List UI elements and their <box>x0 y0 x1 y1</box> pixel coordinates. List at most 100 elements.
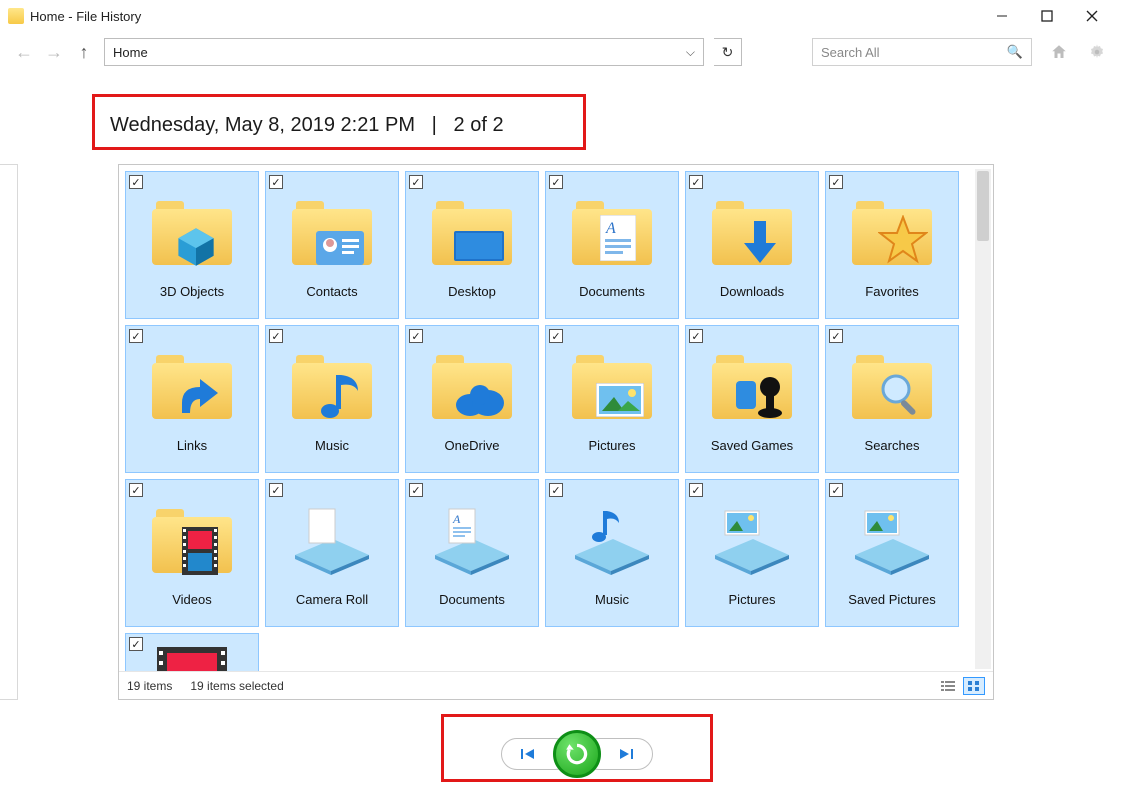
checkbox[interactable]: ✓ <box>549 483 563 497</box>
file-label: 3D Objects <box>160 284 224 299</box>
maximize-button[interactable] <box>1024 1 1069 31</box>
checkbox[interactable]: ✓ <box>129 175 143 189</box>
file-label: Videos <box>172 592 212 607</box>
toolbar: ← → ↑ Home ⌵ ↻ Search All 🔍 <box>0 32 1122 72</box>
file-label: Pictures <box>729 592 776 607</box>
chevron-down-icon[interactable]: ⌵ <box>686 45 695 60</box>
home-icon[interactable] <box>1048 41 1070 63</box>
file-item[interactable]: ✓ 3D Objects <box>125 171 259 319</box>
file-icon <box>567 342 657 432</box>
file-icon <box>707 188 797 278</box>
checkbox[interactable]: ✓ <box>269 329 283 343</box>
file-item[interactable]: ✓ Videos <box>125 479 259 627</box>
checkbox[interactable]: ✓ <box>829 175 843 189</box>
details-view-button[interactable] <box>937 677 959 695</box>
checkbox[interactable]: ✓ <box>409 329 423 343</box>
file-icon <box>287 496 377 586</box>
up-button[interactable]: ↑ <box>74 42 94 62</box>
titlebar: Home - File History <box>0 0 1122 32</box>
file-icon <box>847 188 937 278</box>
file-icon <box>707 342 797 432</box>
file-label: Music <box>315 438 349 453</box>
file-icon <box>147 644 237 671</box>
minimize-button[interactable] <box>979 1 1024 31</box>
file-item[interactable]: ✓ Desktop <box>405 171 539 319</box>
file-item[interactable]: ✓ Saved Games <box>685 325 819 473</box>
checkbox[interactable]: ✓ <box>829 329 843 343</box>
app-icon <box>8 8 24 24</box>
status-bar: 19 items 19 items selected <box>119 671 993 699</box>
file-item[interactable]: ✓ OneDrive <box>405 325 539 473</box>
checkbox[interactable]: ✓ <box>549 175 563 189</box>
checkbox[interactable]: ✓ <box>409 483 423 497</box>
file-icon: A <box>427 496 517 586</box>
file-label: Favorites <box>865 284 918 299</box>
checkbox[interactable]: ✓ <box>129 637 143 651</box>
checkbox[interactable]: ✓ <box>829 483 843 497</box>
file-item[interactable]: ✓ Contacts <box>265 171 399 319</box>
gear-icon[interactable] <box>1086 41 1108 63</box>
file-icon <box>147 342 237 432</box>
icons-view-button[interactable] <box>963 677 985 695</box>
address-text: Home <box>113 45 148 60</box>
file-item[interactable]: ✓ Music <box>265 325 399 473</box>
checkbox[interactable]: ✓ <box>689 175 703 189</box>
file-grid-area: ✓ 3D Objects ✓ Contacts ✓ Desktop ✓ A Do… <box>118 164 994 700</box>
search-input[interactable]: Search All 🔍 <box>812 38 1032 66</box>
scrollbar-thumb[interactable] <box>977 171 989 241</box>
checkbox[interactable]: ✓ <box>549 329 563 343</box>
address-bar[interactable]: Home ⌵ <box>104 38 704 66</box>
file-label: Contacts <box>306 284 357 299</box>
file-icon <box>147 188 237 278</box>
checkbox[interactable]: ✓ <box>129 329 143 343</box>
file-item[interactable]: ✓ Pictures <box>685 479 819 627</box>
file-item[interactable]: ✓ Music <box>545 479 679 627</box>
file-icon <box>707 496 797 586</box>
refresh-button[interactable]: ↻ <box>714 38 742 66</box>
checkbox[interactable]: ✓ <box>269 175 283 189</box>
checkbox[interactable]: ✓ <box>409 175 423 189</box>
checkbox[interactable]: ✓ <box>129 483 143 497</box>
file-icon <box>847 496 937 586</box>
window-title: Home - File History <box>30 9 141 24</box>
file-label: Downloads <box>720 284 784 299</box>
snapshot-date: Wednesday, May 8, 2019 2:21 PM <box>110 114 415 136</box>
file-icon <box>427 188 517 278</box>
checkbox[interactable]: ✓ <box>689 483 703 497</box>
file-item[interactable]: ✓ <box>125 633 259 671</box>
file-item[interactable]: ✓ Downloads <box>685 171 819 319</box>
checkbox[interactable]: ✓ <box>689 329 703 343</box>
file-item[interactable]: ✓ Links <box>125 325 259 473</box>
scrollbar[interactable] <box>975 169 991 669</box>
window-controls <box>979 1 1114 31</box>
file-label: Saved Games <box>711 438 793 453</box>
svg-text:A: A <box>605 220 616 237</box>
back-button[interactable]: ← <box>14 42 34 62</box>
file-label: Pictures <box>589 438 636 453</box>
file-label: Documents <box>439 592 505 607</box>
file-item[interactable]: ✓ Camera Roll <box>265 479 399 627</box>
file-item[interactable]: ✓ Pictures <box>545 325 679 473</box>
file-icon <box>427 342 517 432</box>
file-label: Links <box>177 438 207 453</box>
file-label: Music <box>595 592 629 607</box>
status-count: 19 items <box>127 679 172 693</box>
file-label: Searches <box>865 438 920 453</box>
file-icon <box>287 188 377 278</box>
checkbox[interactable]: ✓ <box>269 483 283 497</box>
search-icon: 🔍 <box>1007 44 1023 60</box>
restore-button[interactable] <box>553 730 601 778</box>
file-icon <box>847 342 937 432</box>
close-button[interactable] <box>1069 1 1114 31</box>
file-grid: ✓ 3D Objects ✓ Contacts ✓ Desktop ✓ A Do… <box>119 165 993 671</box>
file-item[interactable]: ✓ A Documents <box>405 479 539 627</box>
left-panel-stub <box>0 164 18 700</box>
file-item[interactable]: ✓ Favorites <box>825 171 959 319</box>
file-item[interactable]: ✓ Saved Pictures <box>825 479 959 627</box>
file-label: Saved Pictures <box>848 592 935 607</box>
forward-button[interactable]: → <box>44 42 64 62</box>
file-item[interactable]: ✓ Searches <box>825 325 959 473</box>
file-icon <box>567 496 657 586</box>
file-icon: A <box>567 188 657 278</box>
file-item[interactable]: ✓ A Documents <box>545 171 679 319</box>
